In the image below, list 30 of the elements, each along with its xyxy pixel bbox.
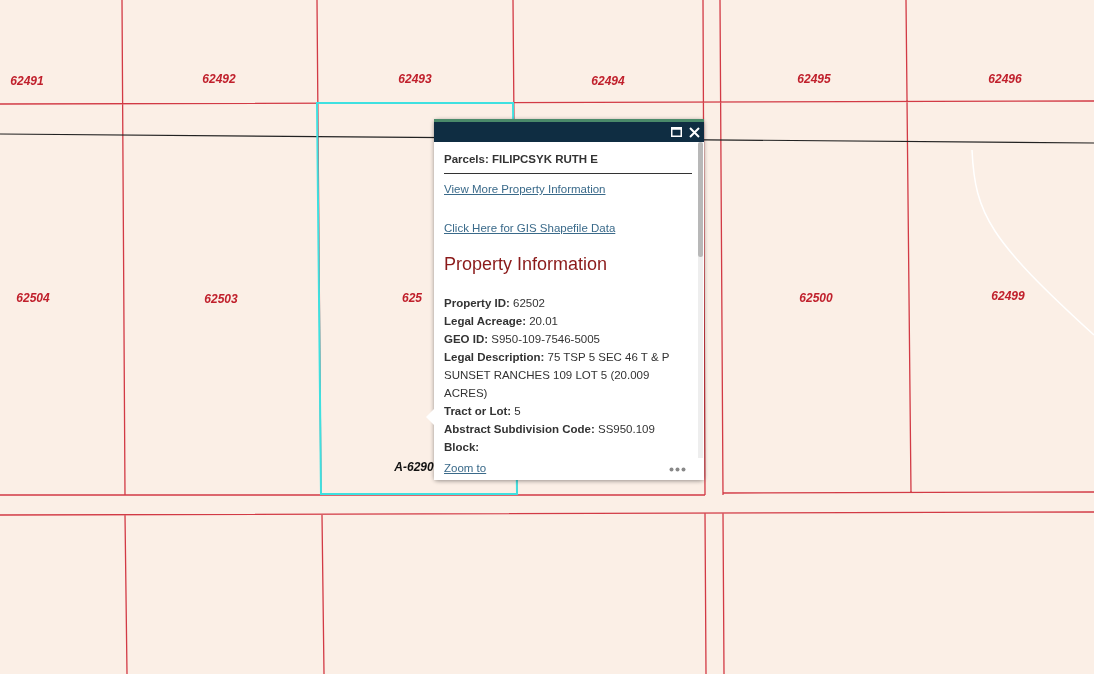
zoom-to-link[interactable]: Zoom to — [444, 460, 487, 478]
parcel-number-label: 625 — [402, 290, 422, 307]
abstract-label: A-6290 — [394, 459, 434, 476]
parcel-number-label: 62492 — [202, 71, 236, 88]
property-link[interactable]: Click Here for GIS Shapefile Data — [444, 219, 616, 237]
property-field: Legal Acreage: 20.01 — [444, 311, 692, 330]
more-options-icon[interactable] — [669, 466, 686, 472]
popup-title: Parcels: FILIPCSYK RUTH E — [444, 151, 692, 175]
parcel-number-label: 62493 — [398, 71, 432, 88]
property-field: Block: — [444, 437, 692, 456]
property-link[interactable]: View More Property Information — [444, 181, 606, 199]
close-button[interactable] — [688, 126, 700, 138]
parcel-number-label: 62494 — [591, 73, 625, 90]
parcel-number-label: 62499 — [991, 288, 1025, 305]
property-field: Tract or Lot: 5 — [444, 401, 692, 420]
parcel-number-label: 62503 — [204, 291, 238, 308]
section-heading: Property Information — [444, 252, 609, 276]
parcel-number-label: 62495 — [797, 71, 831, 88]
parcel-number-label: 62496 — [988, 71, 1022, 88]
property-field: Abstract Subdivision Code: SS950.109 — [444, 419, 692, 438]
property-field: GEO ID: S950-109-7546-5005 — [444, 329, 692, 348]
maximize-icon — [670, 127, 682, 137]
parcel-number-label: 62500 — [799, 290, 833, 307]
property-field: Property ID: 62502 — [444, 293, 692, 312]
parcel-number-label: 62504 — [16, 290, 50, 307]
parcel-number-label: 62491 — [10, 73, 44, 90]
scrollbar-thumb[interactable] — [698, 142, 703, 257]
close-icon — [688, 126, 700, 138]
maximize-button[interactable] — [670, 126, 682, 138]
property-field: Legal Description: 75 TSP 5 SEC 46 T & P SUNSET RANCHES 109 LOT 5 (20.009 ACRES) — [444, 347, 692, 402]
